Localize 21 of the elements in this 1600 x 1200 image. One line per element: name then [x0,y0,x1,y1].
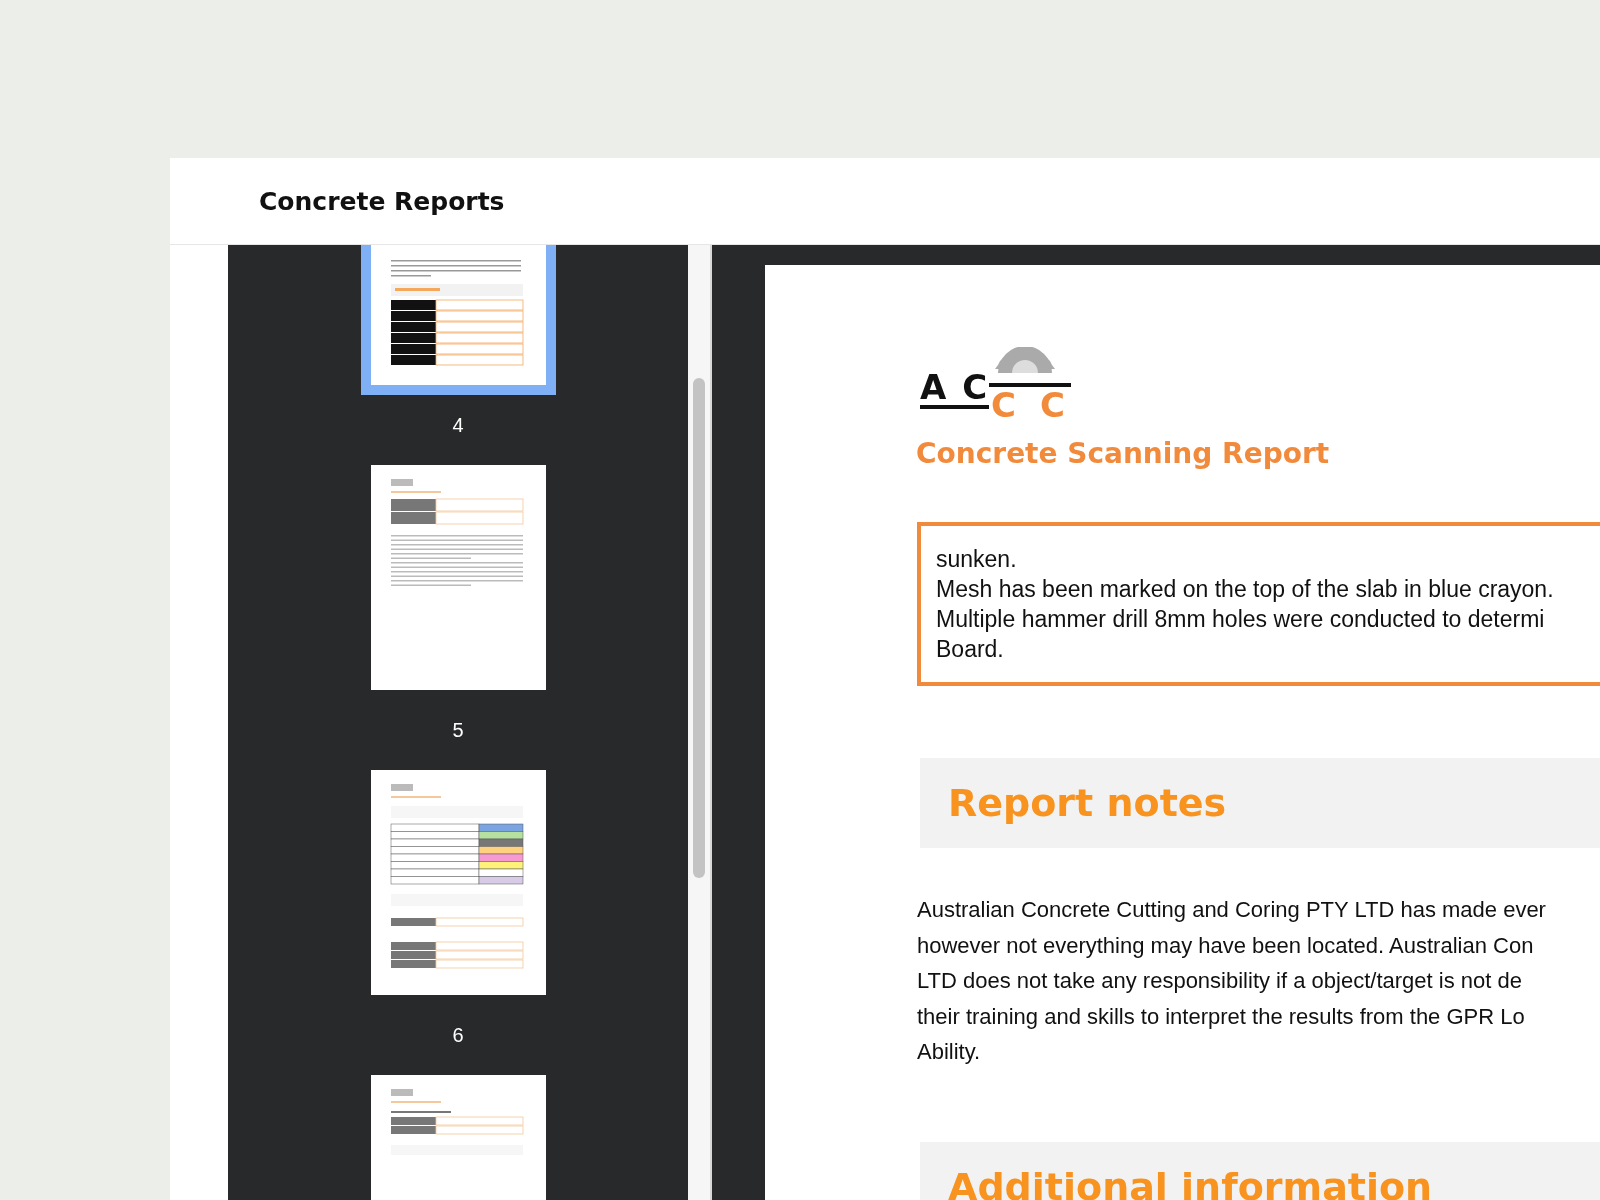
page-number: 6 [452,1023,464,1047]
logo-text: C C [989,383,1071,423]
note-line: Board. [936,635,1005,664]
app-title: Concrete Reports [259,186,505,216]
paragraph-line: Australian Concrete Cutting and Coring PTY LTD has made ever [917,896,1547,924]
paragraph-line: their training and skills to interpret the results from the GPR Lo [917,1002,1526,1031]
paragraph-line: Ability. [917,1038,982,1067]
note-line: sunken. [936,545,1018,574]
scrollbar[interactable] [688,245,712,1200]
note-line: Mesh has been marked on the top of the slab in blue crayon. [936,575,1555,604]
paragraph-line: LTD does not take any responsibility if a object/target is not de [917,967,1523,996]
page-number: 4 [452,413,464,437]
saw-blade-icon [992,347,1058,373]
logo-text: A C [920,369,990,409]
page-number: 5 [452,718,464,742]
section-heading: Additional information [948,1164,1433,1200]
note-line: Multiple hammer drill 8mm holes were conducted to determi [936,605,1546,634]
report-title: Concrete Scanning Report [916,437,1331,470]
paragraph-line: however not everything may have been located. Australian Con [917,931,1535,960]
scrollbar-thumb[interactable] [693,378,705,878]
section-heading: Report notes [948,781,1227,825]
